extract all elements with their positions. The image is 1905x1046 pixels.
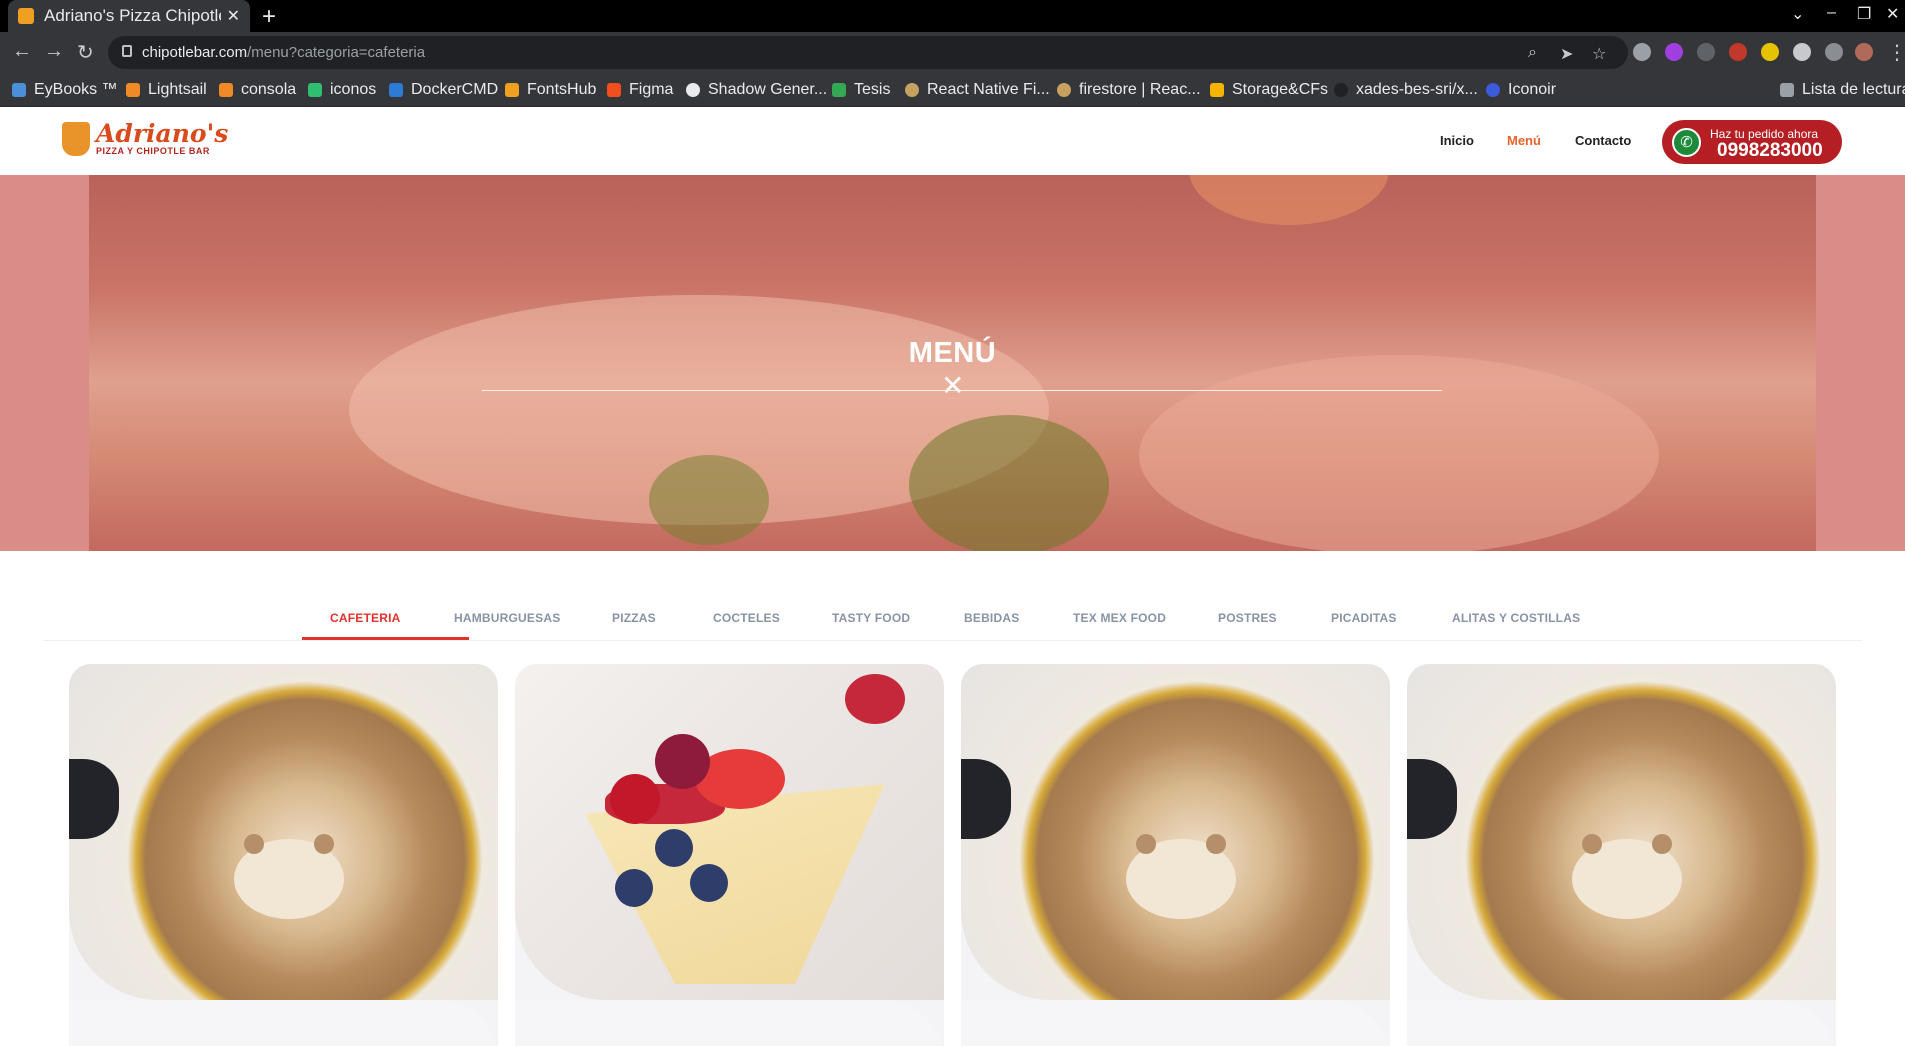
bookmark-item[interactable]: iconos (308, 81, 376, 99)
tab-alitas-y-costillas[interactable]: ALITAS Y COSTILLAS (1452, 611, 1580, 625)
extensions-puzzle-icon[interactable] (1793, 43, 1811, 61)
active-tab-indicator (302, 637, 469, 640)
phone-icon: ✆ (1672, 128, 1701, 157)
address-bar[interactable]: chipotlebar.com/menu?categoria=cafeteria… (108, 36, 1628, 69)
bookmark-favicon-icon (389, 83, 403, 97)
site-favicon-icon (18, 8, 34, 24)
bookmark-item[interactable]: firestore | Reac... (1057, 81, 1201, 99)
new-tab-icon[interactable]: + (262, 3, 276, 31)
bookmark-item[interactable]: React Native Fi... (905, 81, 1050, 99)
tab-picaditas[interactable]: PICADITAS (1331, 611, 1397, 625)
nav-inicio[interactable]: Inicio (1440, 133, 1474, 148)
tab-pizzas[interactable]: PIZZAS (612, 611, 656, 625)
bookmark-item[interactable]: Storage&CFs (1210, 81, 1328, 99)
product-card[interactable] (515, 664, 944, 1046)
site-logo[interactable]: Adriano's PIZZA Y CHIPOTLE BAR (62, 121, 228, 156)
product-image (515, 664, 944, 1000)
send-icon[interactable]: ➤ (1560, 44, 1573, 64)
bookmark-star-icon[interactable]: ☆ (1592, 44, 1606, 64)
forward-icon[interactable]: → (44, 40, 64, 63)
lock-icon (122, 45, 132, 57)
tab-search-icon[interactable]: ⌄ (1791, 4, 1804, 24)
profile-avatar[interactable] (1855, 43, 1873, 61)
bookmark-item[interactable]: DockerCMD (389, 81, 498, 99)
nav-contacto[interactable]: Contacto (1575, 133, 1631, 148)
product-image (961, 664, 1390, 1000)
bookmark-favicon-icon (126, 83, 140, 97)
extension-icon[interactable] (1761, 43, 1779, 61)
bookmark-favicon-icon (1486, 83, 1500, 97)
order-cta-label: Haz tu pedido ahora (1710, 127, 1819, 141)
nav-menu[interactable]: Menú (1507, 133, 1541, 148)
order-phone-number: 0998283000 (1717, 140, 1823, 161)
browser-toolbar: ← → ↻ chipotlebar.com/menu?categoria=caf… (0, 32, 1905, 73)
extension-icon[interactable] (1665, 43, 1683, 61)
menu-dots-icon[interactable]: ⋮ (1887, 40, 1905, 65)
bookmark-favicon-icon (686, 83, 700, 97)
reading-list-icon[interactable] (1825, 43, 1843, 61)
bookmarks-bar: EyBooks ™ Lightsail consola iconos Docke… (0, 73, 1905, 107)
bookmark-favicon-icon (219, 83, 233, 97)
bookmark-item[interactable]: Tesis (832, 81, 890, 99)
reading-list-icon (1780, 83, 1794, 97)
bookmark-item[interactable]: Lightsail (126, 81, 207, 99)
back-icon[interactable]: ← (12, 40, 32, 63)
bookmark-favicon-icon (1057, 83, 1071, 97)
product-card[interactable] (961, 664, 1390, 1046)
tab-tex-mex-food[interactable]: TEX MEX FOOD (1073, 611, 1166, 625)
category-tabs: CAFETERIA HAMBURGUESAS PIZZAS COCTELES T… (44, 594, 1862, 641)
bookmark-item[interactable]: consola (219, 81, 296, 99)
reload-icon[interactable]: ↻ (77, 40, 94, 65)
site-header: Adriano's PIZZA Y CHIPOTLE BAR Inicio Me… (0, 107, 1905, 175)
extension-icon[interactable] (1729, 43, 1747, 61)
bookmark-item[interactable]: xades-bes-sri/x... (1334, 81, 1478, 99)
logo-subtitle: PIZZA Y CHIPOTLE BAR (96, 146, 210, 156)
tab-hamburguesas[interactable]: HAMBURGUESAS (454, 611, 560, 625)
bookmark-item[interactable]: Shadow Gener... (686, 81, 827, 99)
browser-tabstrip: Adriano's Pizza Chipotle Ba ✕ + ⌄ – ❐ ✕ (0, 0, 1905, 32)
tab-close-icon[interactable]: ✕ (227, 6, 240, 26)
restore-icon[interactable]: ❐ (1857, 4, 1871, 24)
bookmark-item[interactable]: EyBooks ™ (12, 81, 118, 99)
tab-cafeteria[interactable]: CAFETERIA (330, 611, 400, 625)
browser-tab[interactable]: Adriano's Pizza Chipotle Ba ✕ (8, 0, 250, 32)
bookmark-favicon-icon (832, 83, 846, 97)
window-close-icon[interactable]: ✕ (1886, 4, 1899, 24)
product-card[interactable] (69, 664, 498, 1046)
product-info (961, 1000, 1390, 1046)
extension-icon[interactable] (1697, 43, 1715, 61)
bookmark-favicon-icon (505, 83, 519, 97)
tab-postres[interactable]: POSTRES (1218, 611, 1277, 625)
tab-bebidas[interactable]: BEBIDAS (964, 611, 1019, 625)
bookmark-favicon-icon (1334, 83, 1348, 97)
reading-list-button[interactable]: Lista de lectura (1780, 81, 1905, 99)
page-title: MENÚ (908, 337, 997, 369)
product-info (515, 1000, 944, 1046)
product-image (69, 664, 498, 1000)
bookmark-favicon-icon (905, 83, 919, 97)
product-image (1407, 664, 1836, 1000)
bookmark-item[interactable]: Iconoir (1486, 81, 1556, 99)
zoom-icon[interactable]: ⌕ (1528, 44, 1537, 62)
chef-hat-logo-icon (62, 121, 90, 156)
bookmark-item[interactable]: FontsHub (505, 81, 596, 99)
extension-icon[interactable] (1633, 43, 1651, 61)
minimize-icon[interactable]: – (1827, 4, 1836, 22)
product-card[interactable] (1407, 664, 1836, 1046)
tab-cocteles[interactable]: COCTELES (713, 611, 780, 625)
product-info (69, 1000, 498, 1046)
logo-brand: Adriano's (96, 119, 229, 148)
tab-tasty-food[interactable]: TASTY FOOD (832, 611, 910, 625)
close-icon: ✕ (941, 370, 965, 401)
url-text: chipotlebar.com/menu?categoria=cafeteria (142, 44, 426, 61)
bookmark-favicon-icon (12, 83, 26, 97)
bookmark-favicon-icon (1210, 83, 1224, 97)
order-now-button[interactable]: ✆ Haz tu pedido ahora 0998283000 (1662, 120, 1842, 164)
bookmark-favicon-icon (607, 83, 621, 97)
product-info (1407, 1000, 1836, 1046)
bookmark-item[interactable]: Figma (607, 81, 673, 99)
tab-title: Adriano's Pizza Chipotle Ba (44, 6, 221, 25)
bookmark-favicon-icon (308, 83, 322, 97)
